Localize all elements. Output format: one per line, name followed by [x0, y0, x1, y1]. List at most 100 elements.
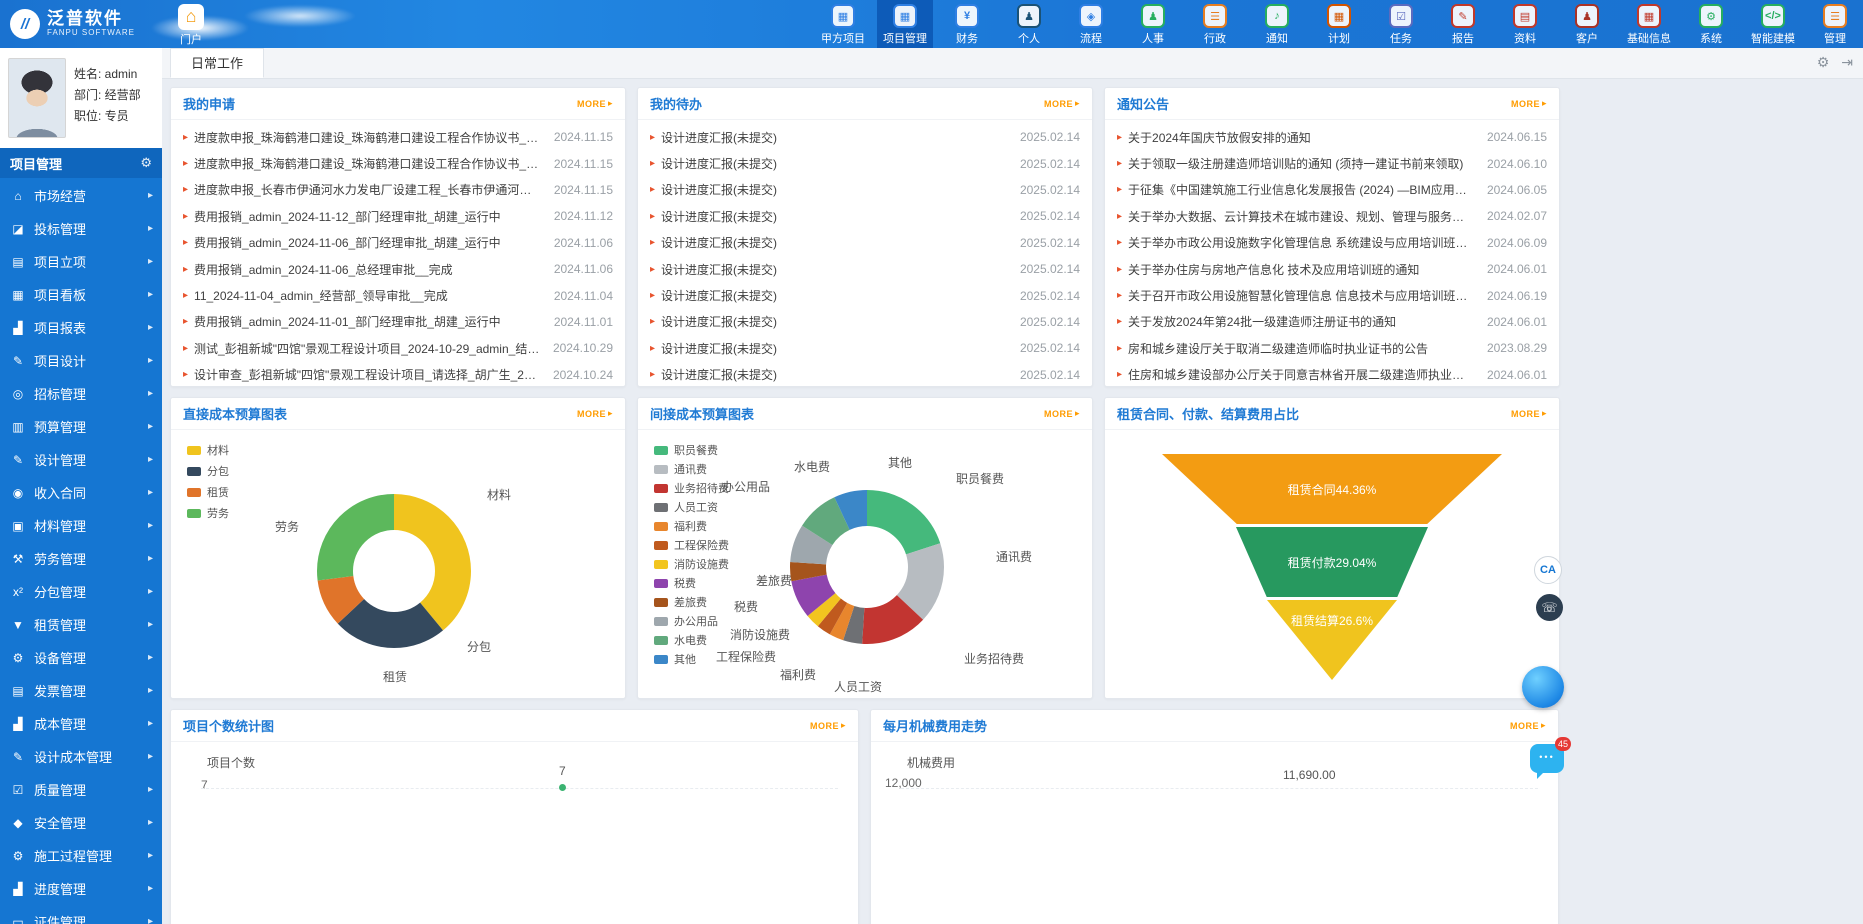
- list-item[interactable]: 进度款申报_长春市伊通河水力发电厂设建工程_长春市伊通河水力发电... 2024…: [183, 177, 613, 203]
- sidebar-menu-item[interactable]: ◪ 投标管理: [0, 212, 162, 245]
- more-link[interactable]: MORE: [810, 720, 846, 731]
- legend-item[interactable]: 劳务: [187, 505, 229, 521]
- sidebar-menu-item[interactable]: ▥ 预算管理: [0, 410, 162, 443]
- service-phone-button[interactable]: [1536, 594, 1563, 621]
- list-item[interactable]: 于征集《中国建筑施工行业信息化发展报告 (2024) —BIM应用与发展》材料.…: [1117, 177, 1547, 203]
- list-item[interactable]: 设计审查_彭祖新城"四馆"景观工程设计项目_请选择_胡广生_2024-10-2.…: [183, 362, 613, 387]
- list-item[interactable]: 费用报销_admin_2024-11-06_总经理审批__完成 2024.11.…: [183, 256, 613, 282]
- sidebar-menu-item[interactable]: ▭ 证件管理: [0, 905, 162, 924]
- top-nav-item[interactable]: ▦ 计划: [1311, 0, 1367, 48]
- list-item[interactable]: 设计进度汇报(未提交) 2025.02.14: [650, 203, 1080, 229]
- list-item[interactable]: 设计进度汇报(未提交) 2025.02.14: [650, 335, 1080, 361]
- legend-item[interactable]: 人员工资: [654, 499, 729, 515]
- legend-item[interactable]: 办公用品: [654, 613, 729, 629]
- list-item[interactable]: 关于召开市政公用设施智慧化管理信息 信息技术与应用培训班的通知 2024.06.…: [1117, 282, 1547, 308]
- legend-item[interactable]: 材料: [187, 442, 229, 458]
- list-item[interactable]: 设计进度汇报(未提交) 2025.02.14: [650, 177, 1080, 203]
- more-link[interactable]: MORE: [1510, 720, 1546, 731]
- legend-item[interactable]: 分包: [187, 463, 229, 479]
- list-item[interactable]: 进度款申报_珠海鹤港口建设_珠海鹤港口建设工程合作协议书_admin_... 2…: [183, 124, 613, 150]
- legend-item[interactable]: 工程保险费: [654, 537, 729, 553]
- sidebar-menu-item[interactable]: ▟ 成本管理: [0, 707, 162, 740]
- list-item[interactable]: 设计进度汇报(未提交) 2025.02.14: [650, 362, 1080, 387]
- more-link[interactable]: MORE: [577, 98, 613, 109]
- gear-icon[interactable]: [140, 155, 152, 171]
- legend-item[interactable]: 差旅费: [654, 594, 729, 610]
- sidebar-menu-item[interactable]: x² 分包管理: [0, 575, 162, 608]
- nav-item-portal[interactable]: 门户: [166, 4, 216, 47]
- more-link[interactable]: MORE: [577, 408, 613, 419]
- list-item[interactable]: 设计进度汇报(未提交) 2025.02.14: [650, 309, 1080, 335]
- sidebar-menu-item[interactable]: ☑ 质量管理: [0, 773, 162, 806]
- more-link[interactable]: MORE: [1511, 408, 1547, 419]
- more-link[interactable]: MORE: [1044, 98, 1080, 109]
- list-item[interactable]: 设计进度汇报(未提交) 2025.02.14: [650, 230, 1080, 256]
- list-item[interactable]: 房和城乡建设厅关于取消二级建造师临时执业证书的公告 2023.08.29: [1117, 335, 1547, 361]
- tab-daily-work[interactable]: 日常工作: [170, 48, 264, 78]
- top-nav-item[interactable]: </> 智能建模: [1745, 0, 1801, 48]
- sidebar-menu-item[interactable]: ⌂ 市场经营: [0, 179, 162, 212]
- sidebar-menu-item[interactable]: ▦ 项目看板: [0, 278, 162, 311]
- legend-item[interactable]: 职员餐费: [654, 442, 729, 458]
- funnel-segment-settlement[interactable]: 租赁结算26.6%: [1267, 600, 1397, 680]
- list-item[interactable]: 关于2024年国庆节放假安排的通知 2024.06.15: [1117, 124, 1547, 150]
- sidebar-menu-item[interactable]: ◆ 安全管理: [0, 806, 162, 839]
- top-nav-item[interactable]: ☰ 管理: [1807, 0, 1863, 48]
- list-item[interactable]: 关于举办大数据、云计算技术在城市建设、规划、管理与服务中的应用培训班... 20…: [1117, 203, 1547, 229]
- top-nav-item[interactable]: ♟ 个人: [1001, 0, 1057, 48]
- ca-button[interactable]: CA: [1534, 556, 1562, 584]
- list-item[interactable]: 关于举办市政公用设施数字化管理信息 系统建设与应用培训班的通知 2024.06.…: [1117, 230, 1547, 256]
- sidebar-menu-item[interactable]: ◉ 收入合同: [0, 476, 162, 509]
- top-nav-item[interactable]: ◈ 流程: [1063, 0, 1119, 48]
- top-nav-item[interactable]: ♟ 人事: [1125, 0, 1181, 48]
- list-item[interactable]: 设计进度汇报(未提交) 2025.02.14: [650, 150, 1080, 176]
- legend-item[interactable]: 水电费: [654, 632, 729, 648]
- list-item[interactable]: 设计进度汇报(未提交) 2025.02.14: [650, 256, 1080, 282]
- top-nav-item[interactable]: ▤ 资料: [1497, 0, 1553, 48]
- settings-icon[interactable]: [1817, 54, 1830, 71]
- top-nav-item[interactable]: ▦ 基础信息: [1621, 0, 1677, 48]
- funnel-segment-contract[interactable]: 租赁合同44.36%: [1162, 454, 1502, 524]
- sidebar-menu-item[interactable]: ▤ 发票管理: [0, 674, 162, 707]
- legend-item[interactable]: 通讯费: [654, 461, 729, 477]
- sidebar-menu-item[interactable]: ✎ 设计成本管理: [0, 740, 162, 773]
- list-item[interactable]: 关于举办住房与房地产信息化 技术及应用培训班的通知 2024.06.01: [1117, 256, 1547, 282]
- list-item[interactable]: 设计进度汇报(未提交) 2025.02.14: [650, 124, 1080, 150]
- list-item[interactable]: 设计进度汇报(未提交) 2025.02.14: [650, 282, 1080, 308]
- legend-item[interactable]: 租赁: [187, 484, 229, 500]
- sidebar-menu-item[interactable]: ✎ 项目设计: [0, 344, 162, 377]
- top-nav-item[interactable]: ☑ 任务: [1373, 0, 1429, 48]
- funnel-segment-payment[interactable]: 租赁付款29.04%: [1236, 527, 1428, 597]
- list-item[interactable]: 进度款申报_珠海鹤港口建设_珠海鹤港口建设工程合作协议书_admin_... 2…: [183, 150, 613, 176]
- app-logo[interactable]: 泛普软件 FANPU SOFTWARE: [0, 0, 162, 48]
- chat-button[interactable]: 45: [1530, 744, 1564, 773]
- top-nav-item[interactable]: ¥ 财务: [939, 0, 995, 48]
- module-title-bar[interactable]: 项目管理: [0, 148, 162, 178]
- list-item[interactable]: 关于领取一级注册建造师培训贴的通知 (须持一建证书前来领取) 2024.06.1…: [1117, 150, 1547, 176]
- sidebar-menu-item[interactable]: ▣ 材料管理: [0, 509, 162, 542]
- legend-item[interactable]: 税费: [654, 575, 729, 591]
- top-nav-item[interactable]: ♪ 通知: [1249, 0, 1305, 48]
- more-link[interactable]: MORE: [1511, 98, 1547, 109]
- top-nav-item[interactable]: ▦ 甲方项目: [815, 0, 871, 48]
- list-item[interactable]: 关于发放2024年第24批一级建造师注册证书的通知 2024.06.01: [1117, 309, 1547, 335]
- legend-item[interactable]: 业务招待费: [654, 480, 729, 496]
- list-item[interactable]: 费用报销_admin_2024-11-12_部门经理审批_胡建_运行中 2024…: [183, 203, 613, 229]
- list-item[interactable]: 测试_彭祖新城"四馆"景观工程设计项目_2024-10-29_admin_结束_…: [183, 335, 613, 361]
- top-nav-item[interactable]: ♟ 客户: [1559, 0, 1615, 48]
- sidebar-menu-item[interactable]: ⚙ 施工过程管理: [0, 839, 162, 872]
- list-item[interactable]: 11_2024-11-04_admin_经营部_领导审批__完成 2024.11…: [183, 282, 613, 308]
- top-nav-item[interactable]: ✎ 报告: [1435, 0, 1491, 48]
- panel-toggle-icon[interactable]: [1841, 54, 1853, 71]
- sidebar-menu-item[interactable]: ▟ 项目报表: [0, 311, 162, 344]
- top-nav-item[interactable]: ▦ 项目管理: [877, 0, 933, 48]
- list-item[interactable]: 费用报销_admin_2024-11-01_部门经理审批_胡建_运行中 2024…: [183, 309, 613, 335]
- top-nav-item[interactable]: ☰ 行政: [1187, 0, 1243, 48]
- more-link[interactable]: MORE: [1044, 408, 1080, 419]
- sidebar-menu-item[interactable]: ✎ 设计管理: [0, 443, 162, 476]
- sidebar-menu-item[interactable]: ▤ 项目立项: [0, 245, 162, 278]
- sidebar-menu-item[interactable]: ▼ 租赁管理: [0, 608, 162, 641]
- list-item[interactable]: 住房和城乡建设部办公厅关于同意吉林省开展二级建造师执业资格电子化试点... 20…: [1117, 362, 1547, 387]
- list-item[interactable]: 费用报销_admin_2024-11-06_部门经理审批_胡建_运行中 2024…: [183, 230, 613, 256]
- legend-item[interactable]: 消防设施费: [654, 556, 729, 572]
